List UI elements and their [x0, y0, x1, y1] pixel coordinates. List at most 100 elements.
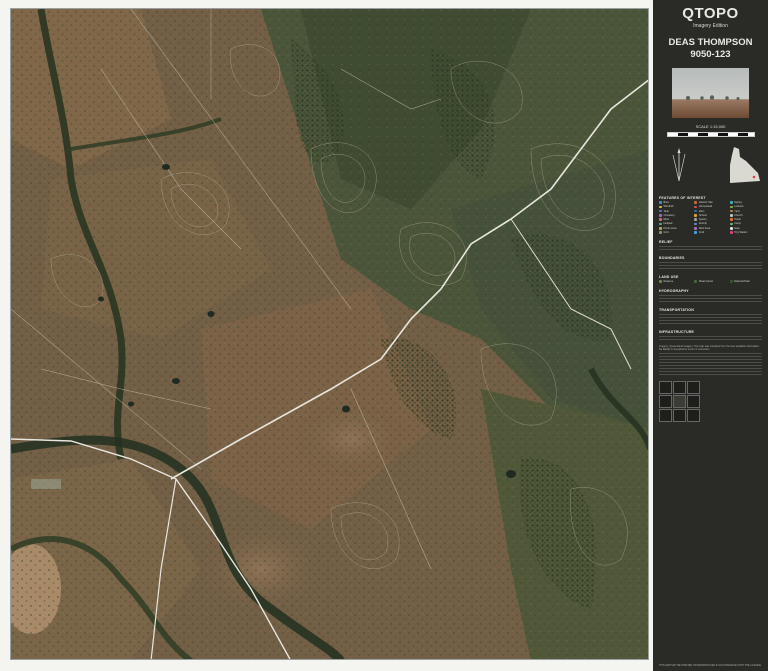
legend-item: National Park: [729, 280, 762, 283]
legend-swatch-icon: [694, 231, 698, 234]
legend-item: Trig Station: [729, 231, 762, 235]
legend-item-label: Helipad: [663, 222, 673, 226]
legend-swatch-icon: [694, 214, 698, 217]
legend-item-label: Gate: [734, 226, 740, 230]
legend-swatch-icon: [659, 231, 662, 234]
legend-swatch-icon: [659, 209, 662, 213]
legend-item: State Forest: [694, 280, 726, 283]
legend-swatch-icon: [729, 205, 733, 209]
legend-heading-boundaries: BOUNDARIES: [659, 256, 685, 261]
adjoining-sheet: [687, 395, 700, 409]
legend-swatch-icon: [729, 209, 733, 213]
legend-heading-features: FEATURES OF INTEREST: [659, 196, 706, 200]
legend-item-label: School: [698, 213, 707, 217]
legend-transport-lines: [659, 313, 762, 324]
legend-item-label: Rest Area: [698, 226, 711, 230]
legend-swatch-icon: [659, 218, 662, 221]
legend-item-label: Ford: [698, 231, 705, 235]
legend-item: Rest Area: [694, 227, 726, 230]
legend-relief-lines: [659, 245, 762, 251]
legend-heading-transportation: TRANSPORTATION: [659, 307, 694, 312]
scale-label: SCALE 1:15,000: [695, 124, 726, 129]
legend-swatch-icon: [729, 201, 733, 204]
legend-item: Cemetery: [659, 214, 691, 217]
legend-item-label: State Forest: [698, 280, 713, 283]
adjoining-sheet: [659, 395, 672, 409]
legend-item-label: Bore: [663, 201, 669, 204]
legend-item: Mine: [659, 218, 691, 221]
legend-swatch-icon: [729, 226, 733, 230]
legend-item-label: Lookout: [734, 205, 744, 209]
adjoining-sheet: [687, 381, 700, 395]
map-sidebar-panel: QTOPO Imagery Edition DEAS THOMPSON 9050…: [653, 0, 768, 671]
current-sheet: [673, 395, 686, 409]
legend-item: School: [694, 214, 726, 217]
legend-swatch-icon: [729, 214, 733, 217]
legend-item: Camp: [729, 222, 762, 225]
legend-swatch-icon: [659, 214, 662, 217]
legend-item: Bore: [659, 201, 691, 204]
legend-item-label: Picnic Area: [663, 226, 677, 230]
map-number: 9050-123: [690, 49, 731, 60]
legend-item-label: Dam: [698, 209, 705, 213]
legend-item: Gate: [729, 226, 762, 230]
north-arrow-icon: [672, 148, 686, 182]
legend-item: Picnic Area: [659, 227, 691, 230]
legend-swatch-icon: [659, 280, 662, 283]
legend-item: Grid: [659, 231, 691, 234]
legend-swatch-icon: [694, 205, 698, 209]
legend-heading-land-use: LAND USE: [659, 275, 679, 279]
legend-swatch-icon: [694, 280, 698, 283]
legend-item: Tower: [729, 218, 762, 221]
map-canvas[interactable]: [10, 8, 649, 660]
legend-swatch-icon: [659, 226, 662, 230]
legend-swatch-icon: [694, 226, 698, 230]
locality-row: [659, 145, 762, 190]
declination-diagram: [659, 145, 722, 190]
legend-infrastructure-lines: [659, 335, 762, 340]
legend-item-label: Trig Station: [734, 231, 748, 235]
legend-swatch-icon: [729, 280, 733, 283]
notes-filler: [659, 353, 762, 376]
legend-features: Bore Historic Site Spring Windmill Homestead…: [659, 201, 762, 234]
legend-swatch-icon: [659, 201, 662, 204]
adjoining-sheet: [673, 409, 686, 423]
legend-item-label: Church: [734, 213, 743, 217]
legend-item-label: Grid: [663, 231, 669, 235]
legend-item: Reserve: [659, 280, 691, 283]
legend-item: Church: [729, 213, 762, 217]
legend-item-label: Quarry: [698, 218, 707, 222]
cover-photo: [672, 68, 749, 118]
legend-swatch-icon: [694, 218, 698, 221]
adjoining-sheet: [659, 381, 672, 395]
scale-bar: [666, 132, 755, 137]
legend-item-label: Cemetery: [663, 213, 675, 217]
legend-boundary-lines: [659, 261, 762, 269]
legend-item-label: Airstrip: [698, 222, 707, 226]
legend-item-label: Historic Site: [698, 201, 713, 204]
adjoining-sheet: [687, 409, 700, 423]
legend-item-label: National Park: [734, 280, 750, 283]
legend-item-label: Homestead: [698, 205, 713, 209]
legend-swatch-icon: [694, 201, 698, 204]
legend-hydro-lines: [659, 294, 762, 302]
legend-item: Quarry: [694, 218, 726, 221]
legend-heading-infrastructure: INFRASTRUCTURE: [659, 329, 695, 334]
legend-item-label: Windmill: [663, 205, 674, 209]
legend-swatch-icon: [659, 222, 662, 226]
adjoining-sheets-index: [659, 381, 700, 423]
legend-item: Yard: [729, 209, 762, 213]
brand-title: QTOPO: [682, 5, 739, 22]
legend-item-label: Tank: [663, 209, 669, 213]
legend-item: Historic Site: [694, 201, 726, 204]
satellite-imagery: [11, 9, 648, 659]
adjoining-sheet: [673, 381, 686, 395]
legend-item: Ford: [694, 231, 726, 234]
map-notes: Imagery: Queensland Imagery. This map wa…: [659, 344, 760, 352]
legend-item: Airstrip: [694, 222, 726, 225]
licence-footer: THIS MAP MAY BE PRINTED OR REPRODUCED IN…: [659, 664, 762, 667]
legend-item-label: Spring: [734, 201, 742, 204]
edition-label: Imagery Edition: [693, 23, 728, 29]
legend-swatch-icon: [694, 222, 698, 226]
map-name: DEAS THOMPSON: [668, 37, 753, 48]
